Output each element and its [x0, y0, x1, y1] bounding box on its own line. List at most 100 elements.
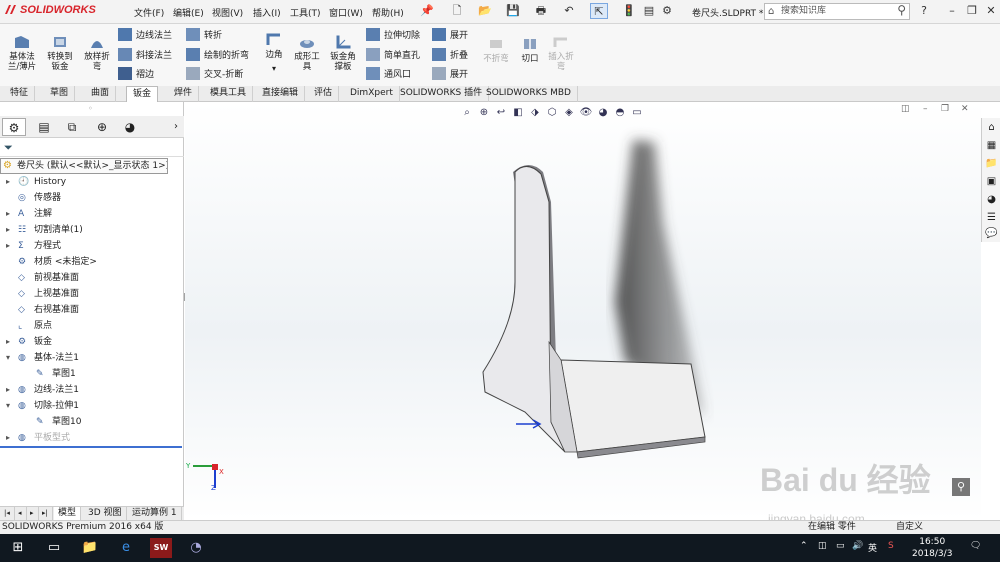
- lofted-bend-button[interactable]: 放样折 弯: [80, 34, 114, 72]
- appearances-scenes-icon[interactable]: ◕: [984, 192, 999, 207]
- unfold-button[interactable]: 展开: [432, 28, 468, 41]
- tray-expand-icon[interactable]: ⌃: [800, 541, 808, 551]
- tray-network-icon[interactable]: ◫: [818, 541, 827, 551]
- menu-insert[interactable]: 插入(I): [253, 6, 281, 19]
- solidworks-forum-icon[interactable]: 💬: [984, 226, 999, 241]
- tab-features[interactable]: 特征: [4, 86, 36, 102]
- file-properties-icon[interactable]: ▤: [640, 3, 658, 19]
- panel-collapse-handle[interactable]: ◦: [88, 104, 93, 113]
- sketched-bend-button[interactable]: 绘制的折弯: [186, 48, 249, 61]
- options-gear-icon[interactable]: ⚙: [658, 3, 676, 19]
- solidworks-logo[interactable]: SOLIDWORKS: [4, 4, 96, 16]
- tree-item[interactable]: ◎ 传感器: [0, 190, 182, 206]
- forming-tool-button[interactable]: 成形工 具: [290, 34, 324, 72]
- tray-battery-icon[interactable]: ▭: [836, 541, 845, 551]
- tree-item[interactable]: ▸ 🕘 History: [0, 174, 182, 190]
- scroll-last-icon[interactable]: ▸|: [38, 507, 53, 521]
- menu-edit[interactable]: 编辑(E): [173, 6, 204, 19]
- tree-expand-icon[interactable]: ▸: [6, 382, 14, 398]
- tab-solidworks-mbd[interactable]: SOLIDWORKS MBD: [480, 86, 578, 102]
- edge-flange-button[interactable]: 边线法兰: [118, 28, 172, 41]
- tree-item[interactable]: ✎ 草图1: [0, 366, 182, 382]
- tree-item[interactable]: ▸ ◍ 边线-法兰1: [0, 382, 182, 398]
- menu-view[interactable]: 视图(V): [212, 6, 243, 19]
- tree-item[interactable]: ◇ 上视基准面: [0, 286, 182, 302]
- menu-window[interactable]: 窗口(W): [329, 6, 363, 19]
- simple-hole-button[interactable]: 简单直孔: [366, 48, 420, 61]
- flatten-button[interactable]: 展开: [432, 67, 468, 80]
- filter-icon[interactable]: ⏷: [4, 141, 13, 155]
- print-icon[interactable]: 🖶: [532, 3, 550, 19]
- tree-root-part[interactable]: ⚙ 卷尺头 (默认<<默认>_显示状态 1>): [0, 158, 168, 174]
- taskbar-clock[interactable]: 16:50 2018/3/3: [912, 536, 952, 560]
- vent-button[interactable]: 通风口: [366, 67, 411, 80]
- rebuild-icon[interactable]: 🚦: [620, 3, 638, 19]
- open-icon[interactable]: 📂: [476, 3, 494, 19]
- tree-expand-icon[interactable]: ▸: [6, 174, 14, 190]
- insert-bends-button[interactable]: 插入折 弯: [544, 34, 578, 72]
- corners-dropdown-icon[interactable]: ▾: [260, 64, 288, 74]
- tab-dimxpert[interactable]: DimXpert: [344, 86, 400, 102]
- design-library-icon[interactable]: ▦: [984, 138, 999, 153]
- hem-button[interactable]: 褶边: [118, 67, 154, 80]
- tree-item[interactable]: ▸ A 注解: [0, 206, 182, 222]
- select-cursor-icon[interactable]: ⇱: [590, 3, 608, 19]
- tray-ime-label[interactable]: 英: [868, 541, 877, 554]
- tab-model[interactable]: 模型: [54, 507, 82, 521]
- tab-solidworks-addins[interactable]: SOLIDWORKS 插件: [394, 86, 490, 102]
- tab-sketch[interactable]: 草图: [44, 86, 76, 102]
- task-view-icon[interactable]: ▭: [44, 538, 64, 558]
- display-manager-tab-icon[interactable]: ◕: [118, 118, 142, 136]
- windows-start-icon[interactable]: ⊞: [8, 538, 28, 558]
- view-palette-icon[interactable]: ▣: [984, 174, 999, 189]
- tree-expand-icon[interactable]: ▾: [6, 350, 14, 366]
- corners-button[interactable]: 边角 ▾: [260, 32, 288, 74]
- tray-volume-icon[interactable]: 🔊: [852, 541, 863, 551]
- tree-expand-icon[interactable]: ▾: [6, 398, 14, 414]
- tree-item[interactable]: ⚙ 材质 <未指定>: [0, 254, 182, 270]
- search-knowledge-base-input[interactable]: ⌂ 搜索知识库 ⚲: [764, 3, 910, 20]
- pin-icon[interactable]: 📌: [418, 3, 436, 19]
- search-icon[interactable]: ⚲: [897, 3, 906, 18]
- file-explorer-icon[interactable]: 📁: [984, 156, 999, 171]
- status-custom-text[interactable]: 自定义: [896, 521, 923, 534]
- tree-item[interactable]: ▾ ◍ 基体-法兰1: [0, 350, 182, 366]
- tree-item[interactable]: ▸ ◍ 平板型式: [0, 430, 182, 446]
- action-center-icon[interactable]: 🗨: [970, 541, 981, 551]
- tab-weldments[interactable]: 焊件: [168, 86, 200, 102]
- rollback-bar[interactable]: [0, 446, 182, 448]
- tree-item[interactable]: ▸ ⚙ 钣金: [0, 334, 182, 350]
- save-icon[interactable]: 💾: [504, 3, 522, 19]
- tree-item[interactable]: ⌞ 原点: [0, 318, 182, 334]
- tree-item[interactable]: ◇ 右视基准面: [0, 302, 182, 318]
- tab-mold-tools[interactable]: 模具工具: [204, 86, 254, 102]
- dimxpert-manager-tab-icon[interactable]: ⊕: [90, 118, 114, 136]
- tab-evaluate[interactable]: 评估: [308, 86, 340, 102]
- tree-item[interactable]: ✎ 草图10: [0, 414, 182, 430]
- tree-item[interactable]: ▸ Σ 方程式: [0, 238, 182, 254]
- tree-expand-icon[interactable]: ▸: [6, 430, 14, 446]
- tab-surfaces[interactable]: 曲面: [85, 86, 117, 102]
- help-icon[interactable]: ?: [916, 3, 932, 19]
- edge-browser-icon[interactable]: e: [116, 538, 136, 558]
- new-document-icon[interactable]: 🗋: [448, 3, 466, 19]
- menu-tools[interactable]: 工具(T): [290, 6, 321, 19]
- rip-button[interactable]: 切口: [518, 36, 542, 64]
- tray-ime-icon[interactable]: S: [888, 541, 894, 551]
- close-button[interactable]: ✕: [983, 3, 999, 19]
- fold-button[interactable]: 折叠: [432, 48, 468, 61]
- convert-to-sheet-metal-button[interactable]: 转换到 钣金: [43, 34, 77, 72]
- tree-item[interactable]: ▾ ◍ 切除-拉伸1: [0, 398, 182, 414]
- sheet-metal-gusset-button[interactable]: 钣金角 撑板: [326, 34, 360, 72]
- scroll-first-icon[interactable]: |◂: [0, 507, 15, 521]
- cross-break-button[interactable]: 交叉-折断: [186, 67, 243, 80]
- property-manager-tab-icon[interactable]: ▤: [32, 118, 56, 136]
- app-taskbar-icon[interactable]: ◔: [186, 538, 206, 558]
- jog-button[interactable]: 转折: [186, 28, 222, 41]
- maximize-button[interactable]: ❐: [964, 3, 980, 19]
- tree-expand-icon[interactable]: ▸: [6, 222, 14, 238]
- tree-item[interactable]: ◇ 前视基准面: [0, 270, 182, 286]
- menu-help[interactable]: 帮助(H): [372, 6, 404, 19]
- minimize-button[interactable]: –: [944, 3, 960, 19]
- extruded-cut-button[interactable]: 拉伸切除: [366, 28, 420, 41]
